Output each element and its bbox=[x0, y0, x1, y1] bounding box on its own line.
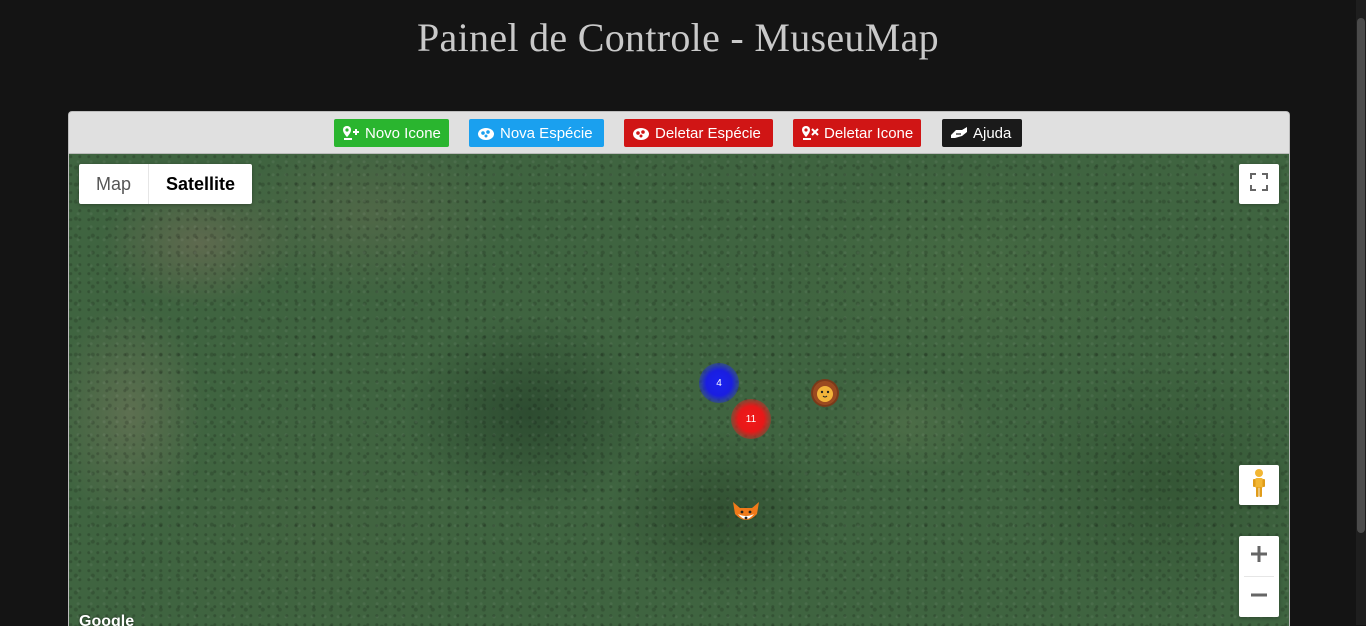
zoom-in-button[interactable] bbox=[1239, 536, 1279, 576]
cluster-count: 4 bbox=[716, 377, 722, 389]
zoom-control bbox=[1239, 536, 1279, 617]
delete-icon-label: Deletar Icone bbox=[824, 124, 914, 142]
marker-cluster[interactable]: 11 bbox=[731, 399, 771, 439]
scrollbar-thumb[interactable] bbox=[1357, 18, 1365, 533]
fox-icon[interactable] bbox=[729, 496, 763, 530]
help-hands-icon bbox=[950, 125, 968, 141]
new-icon-label: Novo Icone bbox=[365, 124, 441, 142]
zoom-out-button[interactable] bbox=[1239, 577, 1279, 617]
marker-cluster[interactable]: 4 bbox=[699, 363, 739, 403]
paw-add-icon bbox=[477, 125, 495, 141]
google-logo: Google bbox=[79, 613, 135, 626]
page-scrollbar[interactable] bbox=[1356, 0, 1366, 625]
delete-species-label: Deletar Espécie bbox=[655, 124, 761, 142]
pegman-icon bbox=[1249, 468, 1269, 503]
paw-delete-icon bbox=[632, 125, 650, 141]
map-texture bbox=[69, 154, 1289, 626]
new-species-button[interactable]: Nova Espécie bbox=[469, 119, 604, 147]
satellite-map[interactable]: Map Satellite 4 11 Google bbox=[69, 154, 1289, 626]
map-marker-delete-icon bbox=[801, 125, 819, 141]
map-type-map-button[interactable]: Map bbox=[79, 164, 150, 204]
map-type-control: Map Satellite bbox=[79, 164, 253, 204]
cluster-count: 11 bbox=[745, 413, 757, 425]
street-view-button[interactable] bbox=[1239, 465, 1279, 505]
fullscreen-button[interactable] bbox=[1239, 164, 1279, 204]
page-title: Painel de Controle - MuseuMap bbox=[417, 15, 939, 60]
help-label: Ajuda bbox=[973, 124, 1012, 142]
new-icon-button[interactable]: Novo Icone bbox=[334, 119, 449, 147]
new-species-label: Nova Espécie bbox=[500, 124, 593, 142]
zoom-in-icon bbox=[1250, 545, 1268, 568]
map-panel: Novo Icone Nova Espécie Deletar Espécie … bbox=[68, 111, 1290, 626]
map-marker-add-icon bbox=[342, 125, 360, 141]
help-button[interactable]: Ajuda bbox=[942, 119, 1022, 147]
fullscreen-icon bbox=[1250, 172, 1268, 196]
delete-icon-button[interactable]: Deletar Icone bbox=[793, 119, 921, 147]
map-type-satellite-button[interactable]: Satellite bbox=[149, 164, 252, 204]
delete-species-button[interactable]: Deletar Espécie bbox=[624, 119, 773, 147]
lion-icon[interactable] bbox=[808, 376, 842, 410]
zoom-out-icon bbox=[1250, 586, 1268, 609]
toolbar: Novo Icone Nova Espécie Deletar Espécie … bbox=[69, 112, 1289, 154]
